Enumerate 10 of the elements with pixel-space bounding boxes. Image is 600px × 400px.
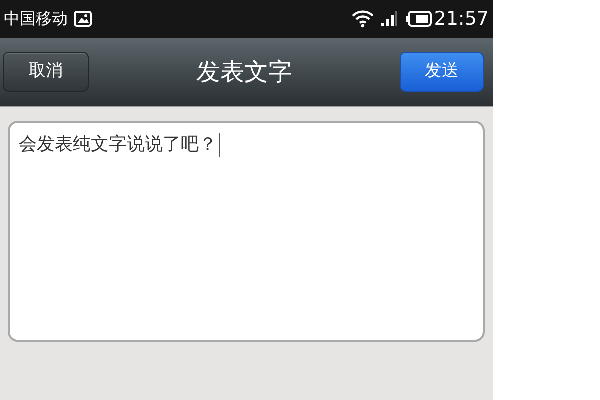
image-icon: [74, 11, 92, 27]
battery-icon: [406, 11, 432, 27]
send-button[interactable]: 发送: [400, 52, 484, 92]
cancel-button[interactable]: 取消: [3, 52, 89, 92]
wifi-icon: [352, 10, 374, 28]
text-input[interactable]: 会发表纯文字说说了吧？: [8, 121, 485, 342]
page-title: 发表文字: [196, 57, 292, 88]
carrier-name: 中国移动: [4, 11, 68, 27]
signal-icon: [380, 11, 398, 27]
clock-time: 21:57: [434, 10, 489, 28]
